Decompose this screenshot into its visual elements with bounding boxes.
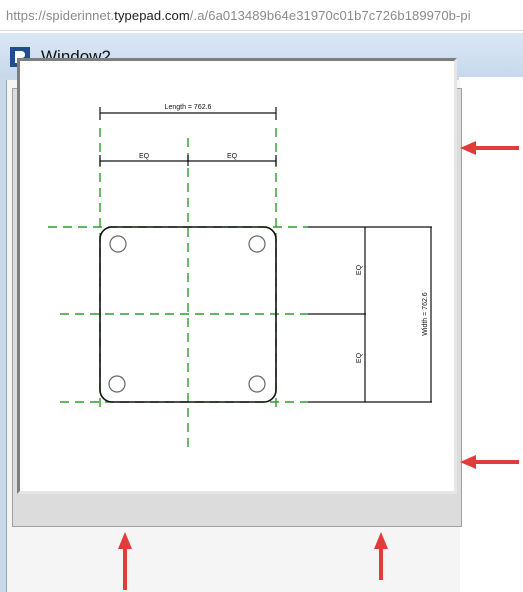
bolt-bottom-right bbox=[248, 375, 266, 393]
bolt-top-right bbox=[248, 235, 266, 253]
url-text: https://spiderinnet.typepad.com/.a/6a013… bbox=[6, 8, 471, 23]
bolt-top-left bbox=[109, 235, 127, 253]
right-margin bbox=[459, 77, 523, 592]
dim-top-total: Length = 762.6 bbox=[165, 104, 212, 111]
drawing-svg: Length = 762.6 EQ EQ EQ EQ Width = 762.6 bbox=[48, 104, 432, 448]
dim-top-right: EQ bbox=[227, 153, 238, 160]
bolt-bottom-left bbox=[108, 375, 126, 393]
dim-top-left: EQ bbox=[139, 153, 150, 160]
drawing-canvas[interactable]: Length = 762.6 EQ EQ EQ EQ Width = 762.6 bbox=[17, 58, 457, 494]
address-bar[interactable]: https://spiderinnet.typepad.com/.a/6a013… bbox=[0, 0, 523, 31]
dim-right-top: EQ bbox=[356, 264, 363, 275]
dim-right-total: Width = 762.6 bbox=[422, 292, 429, 335]
dim-right-bottom: EQ bbox=[356, 352, 363, 363]
